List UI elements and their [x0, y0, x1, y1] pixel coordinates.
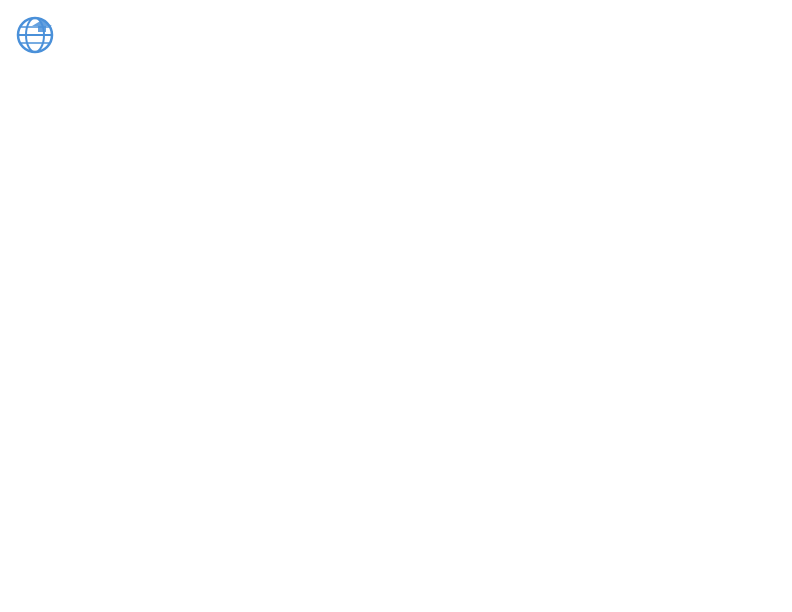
globe-icon	[16, 16, 54, 54]
page-header	[16, 16, 776, 54]
logo	[16, 16, 58, 54]
